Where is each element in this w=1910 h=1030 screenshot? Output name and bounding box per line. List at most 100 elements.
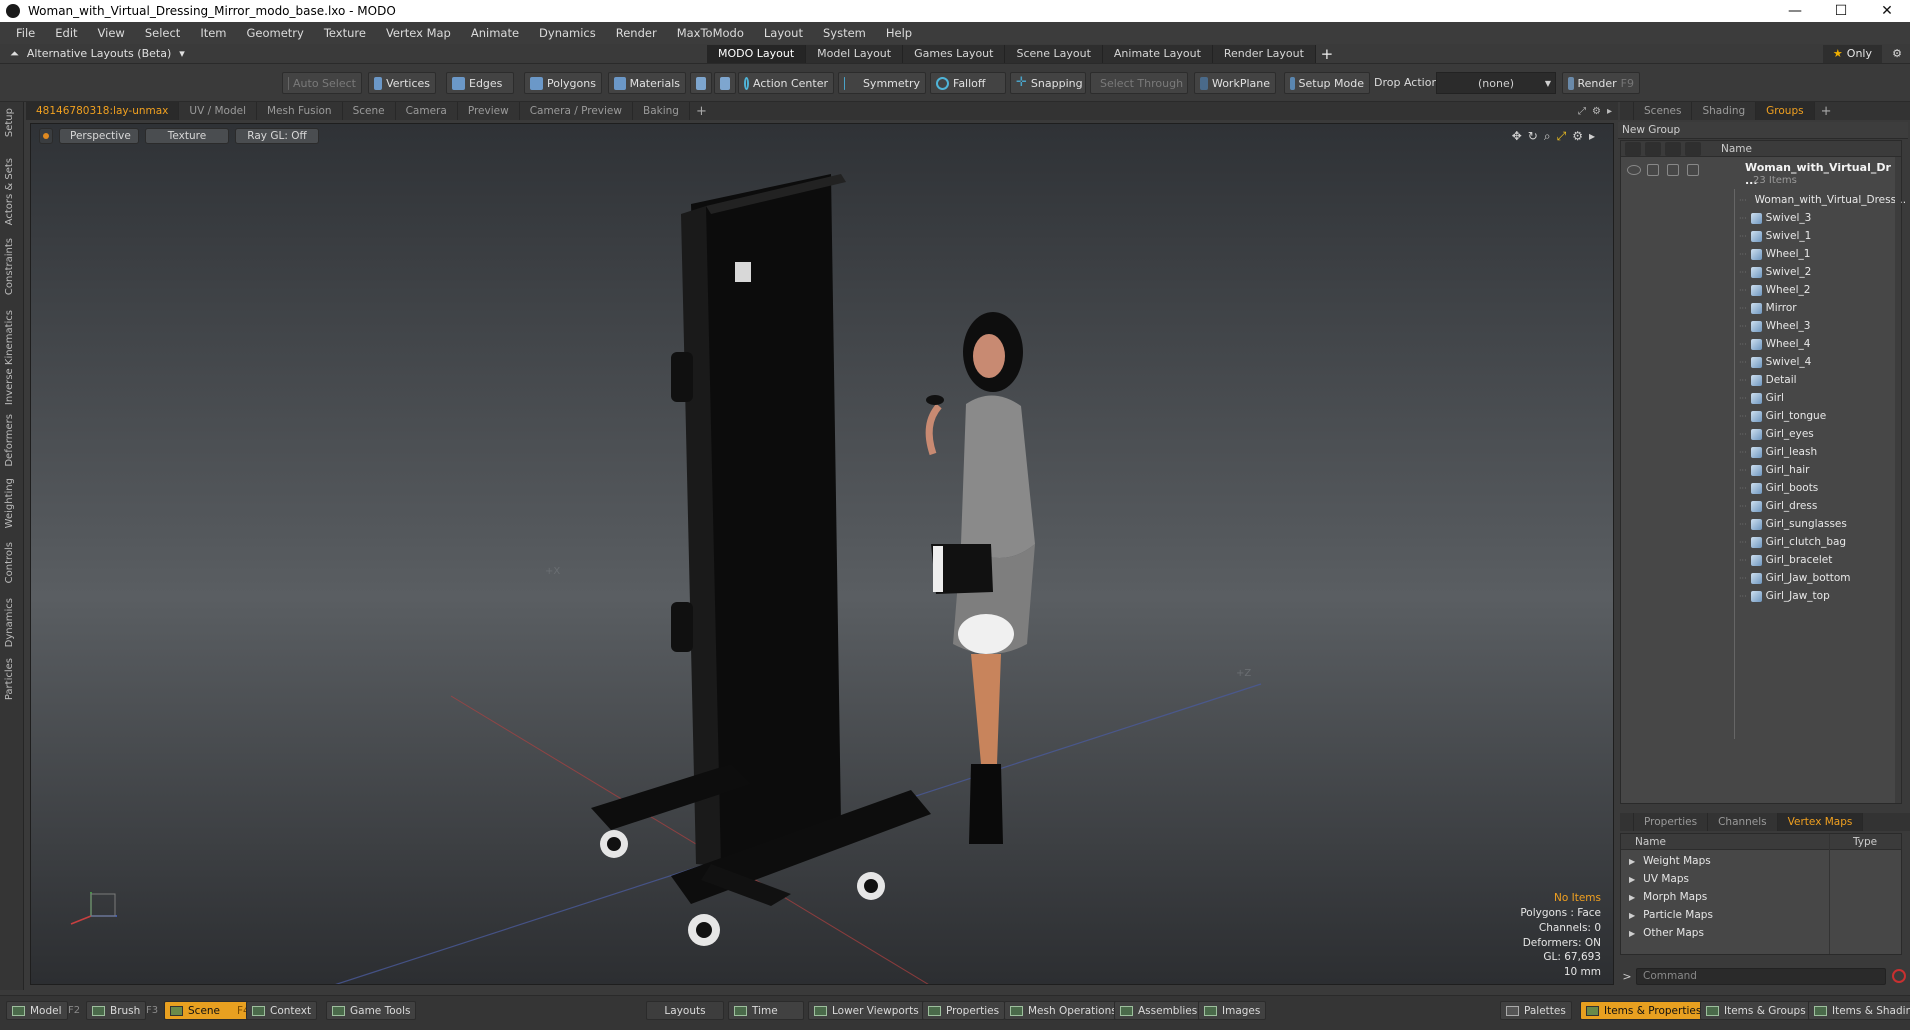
group-item-row[interactable]: ··· Woman_with_Virtual_Dress... [1621, 191, 1906, 209]
maximize-button[interactable]: ☐ [1818, 0, 1864, 22]
menu-file[interactable]: File [6, 26, 45, 40]
tab-render-layout[interactable]: Render Layout [1212, 45, 1316, 63]
tab-scene[interactable]: Scene [343, 102, 396, 120]
brush-button[interactable]: Brush [86, 1001, 147, 1020]
group-item-row[interactable]: ··· Girl_dress [1621, 497, 1901, 515]
tab-lay-unmax[interactable]: 48146780318:lay-unmax [26, 102, 180, 120]
gear-icon[interactable]: ⚙ [1572, 129, 1583, 144]
items-properties-button[interactable]: Items & Properties [1580, 1001, 1708, 1020]
lock-toggle-icon[interactable] [1667, 164, 1679, 176]
menu-maxtomodo[interactable]: MaxToModo [667, 26, 754, 40]
symmetry-button[interactable]: Symmetry [838, 72, 926, 94]
vm-other-maps[interactable]: ▶ Other Maps [1629, 924, 1704, 942]
menu-dynamics[interactable]: Dynamics [529, 26, 606, 40]
menu-geometry[interactable]: Geometry [237, 26, 314, 40]
tab-camera-preview[interactable]: Camera / Preview [520, 102, 633, 120]
group-item-row[interactable]: ··· Wheel_3 [1621, 317, 1901, 335]
tab-scenes[interactable]: Scenes [1634, 102, 1693, 120]
record-icon[interactable] [1892, 969, 1906, 983]
vm-particle-maps[interactable]: ▶ Particle Maps [1629, 906, 1713, 924]
view-mode-button[interactable]: Perspective [59, 128, 139, 144]
group-item-row[interactable]: ··· Girl_sunglasses [1621, 515, 1901, 533]
tab-animate-layout[interactable]: Animate Layout [1102, 45, 1213, 63]
menu-item[interactable]: Item [190, 26, 236, 40]
minimize-button[interactable]: — [1772, 0, 1818, 22]
group-item-row[interactable]: ··· Girl_Jaw_bottom [1621, 569, 1901, 587]
lock-col-icon[interactable] [1665, 141, 1681, 156]
chevron-right-icon[interactable]: ▸ [1589, 129, 1595, 144]
model-button[interactable]: Model [6, 1001, 68, 1020]
close-button[interactable]: ✕ [1864, 0, 1910, 22]
tab-camera[interactable]: Camera [396, 102, 458, 120]
context-button[interactable]: Context [246, 1001, 318, 1020]
tab-vertex-maps[interactable]: Vertex Maps [1777, 813, 1864, 831]
vtab-inverse-kinematics[interactable]: Inverse Kinematics [4, 310, 15, 405]
layouts-button[interactable]: Layouts [646, 1001, 724, 1020]
assemblies-button[interactable]: Assemblies [1114, 1001, 1204, 1020]
menu-layout[interactable]: Layout [754, 26, 813, 40]
vtab-weighting[interactable]: Weighting [4, 478, 15, 528]
time-button[interactable]: Time [728, 1001, 804, 1020]
vtab-actors-sets[interactable]: Actors & Sets [4, 158, 15, 225]
group-item-row[interactable]: ··· Swivel_3 [1621, 209, 1901, 227]
group-item-row[interactable]: ··· Girl_Jaw_top [1621, 587, 1901, 605]
group-item-row[interactable]: ··· Girl_hair [1621, 461, 1901, 479]
lower-viewports-button[interactable]: Lower Viewports [808, 1001, 925, 1020]
mesh-operations-button[interactable]: Mesh Operations [1004, 1001, 1123, 1020]
tab-baking[interactable]: Baking [633, 102, 690, 120]
images-button[interactable]: Images [1198, 1001, 1267, 1020]
group-item-row[interactable]: ··· Girl_tongue [1621, 407, 1901, 425]
properties-button[interactable]: Properties [922, 1001, 1006, 1020]
tab-properties[interactable]: Properties [1634, 813, 1709, 831]
tab-mesh-fusion[interactable]: Mesh Fusion [257, 102, 343, 120]
tab-scene-layout[interactable]: Scene Layout [1005, 45, 1103, 63]
gear-icon[interactable]: ⚙ [1888, 45, 1906, 63]
render-col-icon[interactable] [1645, 141, 1661, 156]
group-item-row[interactable]: ··· Girl_boots [1621, 479, 1901, 497]
menu-edit[interactable]: Edit [45, 26, 87, 40]
tab-groups[interactable]: Groups [1756, 102, 1815, 120]
shading-mode-button[interactable]: Texture [145, 128, 229, 144]
menu-system[interactable]: System [813, 26, 876, 40]
tab-model-layout[interactable]: Model Layout [806, 45, 904, 63]
tab-channels[interactable]: Channels [1708, 813, 1778, 831]
action-center-button[interactable]: Action Center [738, 72, 834, 94]
vtab-controls[interactable]: Controls [4, 542, 15, 583]
group-item-row[interactable]: ··· Girl_clutch_bag [1621, 533, 1901, 551]
expand-icon[interactable]: ⤢ [1578, 106, 1586, 117]
new-group-button[interactable]: New Group [1618, 122, 1908, 139]
group-item-row[interactable]: ··· Swivel_4 [1621, 353, 1901, 371]
menu-help[interactable]: Help [876, 26, 922, 40]
setup-mode-button[interactable]: Setup Mode [1284, 72, 1370, 94]
vm-weight-maps[interactable]: ▶ Weight Maps [1629, 852, 1711, 870]
group-item-row[interactable]: ··· Swivel_1 [1621, 227, 1901, 245]
vertices-button[interactable]: Vertices [368, 72, 436, 94]
gear-icon[interactable]: ⚙ [1592, 106, 1601, 117]
panel-menu-icon[interactable] [1620, 102, 1634, 120]
add-tab-icon[interactable]: + [1815, 104, 1838, 119]
menu-vertex-map[interactable]: Vertex Map [376, 26, 461, 40]
select-through-button[interactable]: Select Through [1090, 72, 1188, 94]
add-layout-icon[interactable]: + [1316, 45, 1338, 63]
menu-texture[interactable]: Texture [314, 26, 376, 40]
vtab-constraints[interactable]: Constraints [4, 238, 15, 295]
materials-button[interactable]: Materials [608, 72, 686, 94]
select-col-icon[interactable] [1685, 141, 1701, 156]
group-item-row[interactable]: ··· Wheel_2 [1621, 281, 1901, 299]
menu-animate[interactable]: Animate [461, 26, 529, 40]
group-root-row[interactable]: Woman_with_Virtual_Dr ... 23 Items [1621, 159, 1901, 189]
zoom-icon[interactable]: ⌕ [1544, 129, 1551, 144]
command-input[interactable]: Command [1636, 967, 1886, 985]
rotate-icon[interactable]: ↻ [1528, 129, 1538, 144]
fit-icon[interactable]: ⤢ [1557, 129, 1567, 144]
group-item-row[interactable]: ··· Girl_bracelet [1621, 551, 1901, 569]
select-mode-a-button[interactable] [690, 72, 712, 94]
vtab-setup[interactable]: Setup [4, 108, 15, 137]
drop-action-select[interactable]: (none) ▼ [1436, 72, 1556, 94]
render-button[interactable]: Render F9 [1562, 72, 1640, 94]
vm-uv-maps[interactable]: ▶ UV Maps [1629, 870, 1689, 888]
group-item-row[interactable]: ··· Wheel_1 [1621, 245, 1901, 263]
pan-icon[interactable]: ✥ [1512, 129, 1522, 144]
items-shading-button[interactable]: Items & Shading [1808, 1001, 1910, 1020]
snapping-button[interactable]: ✛ Snapping [1010, 72, 1086, 94]
